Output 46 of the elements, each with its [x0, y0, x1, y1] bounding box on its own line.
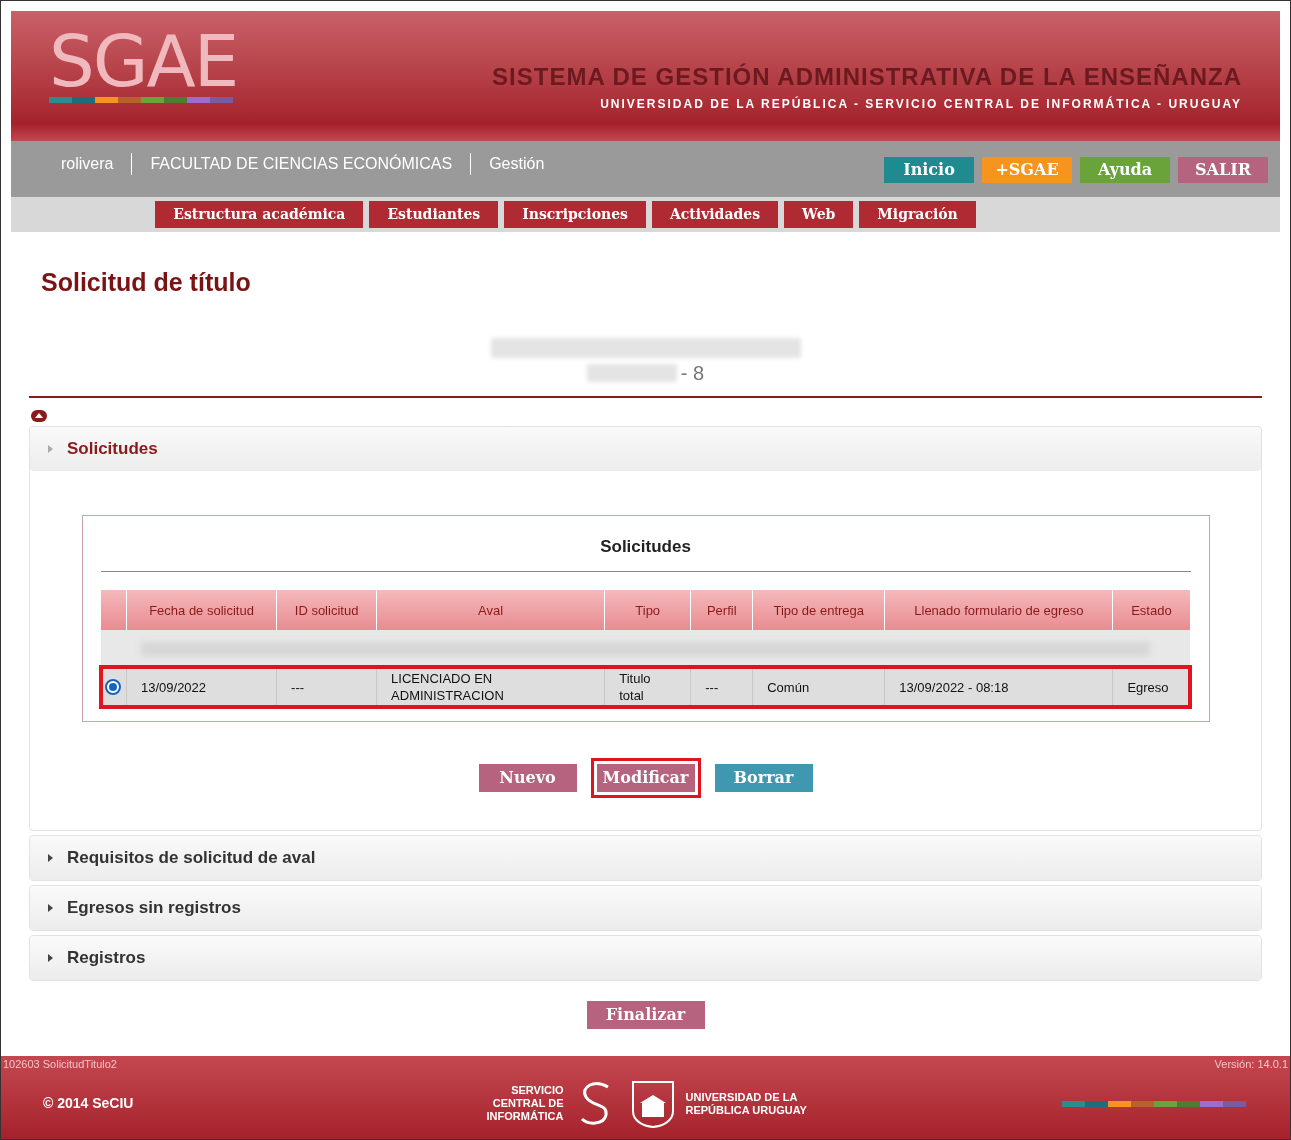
table-cell: --- [276, 667, 377, 707]
student-suffix: - 8 [680, 360, 705, 386]
organization-text: UNIVERSIDAD DE LA REPÚBLICA URUGUAY [685, 1090, 808, 1117]
accordion-header[interactable]: Egresos sin registros [30, 886, 1261, 930]
nav-tab[interactable]: Estudiantes [369, 201, 499, 228]
user-bar-item: Gestión [489, 153, 545, 174]
nav-tab[interactable]: Estructura académica [155, 201, 364, 228]
accordion-header[interactable]: Solicitudes [30, 426, 1261, 471]
copyright-text: © 2014 SeCIU [43, 1094, 135, 1113]
table-cell: 13/09/2022 - 08:18 [884, 667, 1113, 707]
system-title: SISTEMA DE GESTIÓN ADMINISTRATIVA DE LA ENSEÑANZA [492, 62, 1242, 92]
nav-tab[interactable]: Migración [859, 201, 976, 228]
version-text: Versión: 14.0.1 [1214, 1057, 1288, 1072]
table-cell: --- [690, 667, 753, 707]
nav-tab[interactable]: Actividades [651, 201, 779, 228]
page-title: Solicitud de título [41, 267, 252, 298]
accordion-header[interactable]: Requisitos de solicitud de aval [30, 836, 1261, 880]
user-bar-item: FACULTAD DE CIENCIAS ECONÓMICAS [150, 153, 453, 174]
table-caption: Solicitudes [100, 533, 1191, 572]
finish-button[interactable]: Finalizar [586, 1001, 705, 1029]
action-button[interactable]: Modificar [596, 764, 695, 792]
radio-button[interactable] [105, 679, 122, 696]
table-cell: 13/09/2022 [126, 667, 277, 707]
page-id: 102603 SolicitudTitulo2 [3, 1057, 117, 1072]
table-cell: Egreso [1112, 667, 1190, 707]
nav-tab[interactable]: Inscripciones [504, 201, 646, 228]
table-row[interactable]: 13/09/2022 --- LICENCIADO EN ADMINISTRACION Titulo total --- Común 13/09/2022 - 08:18 Egreso [100, 667, 1190, 707]
header-button[interactable]: Inicio [884, 157, 974, 183]
nav-tab[interactable]: Web [784, 201, 854, 228]
table-cell: LICENCIADO EN ADMINISTRACION [376, 667, 605, 707]
collapse-icon[interactable] [31, 409, 47, 422]
university-emblem-icon [629, 1078, 676, 1129]
triangle-icon [48, 954, 53, 962]
action-button[interactable]: Borrar [714, 764, 813, 792]
table-cell: Común [752, 667, 885, 707]
organization-text: SERVICIO CENTRAL DE INFORMÁTICA [485, 1084, 564, 1123]
triangle-icon [48, 854, 53, 862]
system-subtitle: UNIVERSIDAD DE LA REPÚBLICA - SERVICIO CENTRAL DE INFORMÁTICA - URUGUAY [600, 95, 1242, 113]
accordion-header[interactable]: Registros [30, 936, 1261, 980]
header-button[interactable]: SALIR [1178, 157, 1268, 183]
action-button[interactable]: Nuevo [478, 764, 577, 792]
table-cell: Titulo total [604, 667, 691, 707]
triangle-icon [48, 904, 53, 912]
triangle-icon [48, 444, 53, 453]
user-bar-item: rolivera [61, 153, 114, 174]
logo: SGAE [49, 29, 238, 93]
